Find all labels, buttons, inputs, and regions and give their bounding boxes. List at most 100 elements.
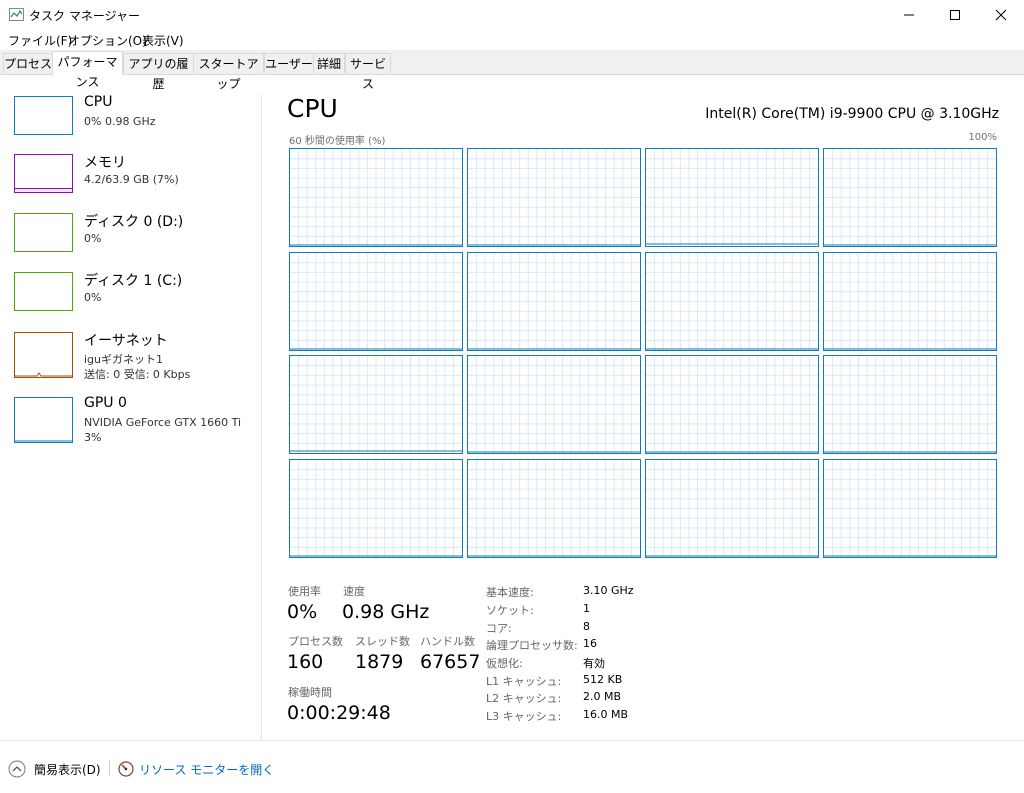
spec-value: 16 [583,637,597,650]
logical-processor-graph [467,458,641,558]
tab-bar: プロセス パフォーマンス アプリの履歴 スタートアップ ユーザー 詳細 サービス [0,50,1024,91]
resource-monitor-label: リソース モニターを開く [139,762,275,777]
handle-count-label: ハンドル数 [420,635,475,648]
minimize-icon [904,14,914,16]
usage-line-chart [290,356,462,453]
thread-count-label: スレッド数 [355,635,410,648]
resource-sidebar: CPU 0% 0.98 GHz メモリ 4.2/63.9 GB (7%) ディス… [0,75,260,740]
sidebar-item-detail: 0% 0.98 GHz [84,115,156,128]
logical-processor-graph [289,251,463,351]
logical-processor-graph [645,355,819,454]
sidebar-item-cpu[interactable]: CPU 0% 0.98 GHz [0,94,255,152]
title-bar: タスク マネージャー [0,0,1024,30]
uptime-label: 稼働時間 [288,686,332,699]
sidebar-item-ethernet[interactable]: イーサネット iguギガネット1 送信: 0 受信: 0 Kbps [0,332,255,388]
graph-axis-label: 60 秒間の使用率 (%) [289,136,386,147]
sidebar-item-detail: 3% [84,431,102,444]
logical-processor-graph [823,148,997,247]
close-icon [995,9,1007,21]
sidebar-item-gpu[interactable]: GPU 0 NVIDIA GeForce GTX 1660 Ti 3% [0,395,255,453]
footer: 簡易表示(D) リソース モニターを開く [0,741,1024,793]
usage-line-chart [468,252,640,350]
network-graph-icon [14,332,73,378]
tab-processes[interactable]: プロセス [3,53,53,73]
memory-graph-icon [14,154,73,193]
spec-label: コア: [486,622,512,635]
menu-bar: ファイル(F) オプション(O) 表示(V) [0,30,1024,50]
fewer-details-button[interactable]: 簡易表示(D) [8,759,101,779]
sidebar-item-detail: 4.2/63.9 GB (7%) [84,173,179,186]
fewer-details-label: 簡易表示(D) [34,762,101,777]
sidebar-item-label: イーサネット [84,333,168,349]
thread-count-value: 1879 [355,651,404,673]
resource-monitor-link[interactable]: リソース モニターを開く [118,759,274,779]
window-title: タスク マネージャー [29,9,140,23]
spec-value: 2.0 MB [583,690,622,703]
minimize-button[interactable] [886,0,932,30]
menu-options[interactable]: オプション(O) [68,32,147,49]
speed-value: 0.98 GHz [342,601,430,623]
spec-value: 3.10 GHz [583,584,634,597]
spec-value: 有効 [583,657,605,670]
usage-line-chart [646,356,818,453]
usage-label: 使用率 [288,585,321,598]
close-button[interactable] [978,0,1024,30]
sidebar-item-label: CPU [84,94,113,110]
sidebar-item-label: GPU 0 [84,395,127,411]
usage-line-chart [824,459,996,557]
uptime-value: 0:00:29:48 [287,702,391,724]
sidebar-item-label: ディスク 0 (D:) [84,214,184,230]
sidebar-item-detail: 0% [84,291,102,304]
tab-app-history[interactable]: アプリの履歴 [123,53,194,91]
tab-details[interactable]: 詳細 [313,53,345,73]
sidebar-item-memory[interactable]: メモリ 4.2/63.9 GB (7%) [0,154,255,210]
maximize-icon [950,10,960,20]
sidebar-item-disk-1[interactable]: ディスク 1 (C:) 0% [0,272,255,328]
spec-label: 仮想化: [486,657,523,670]
spec-value: 16.0 MB [583,708,629,721]
logical-processor-graphs [289,148,998,558]
process-count-value: 160 [287,651,324,673]
sidebar-item-label: メモリ [84,155,126,171]
task-manager-icon [9,8,24,21]
usage-line-chart [290,459,462,557]
gpu-graph-icon [14,397,73,443]
logical-processor-graph [645,148,819,247]
sidebar-item-detail: iguギガネット1 [84,353,164,366]
logical-processor-graph [645,251,819,351]
disk-graph-icon [14,213,73,252]
logical-processor-graph [823,458,997,558]
tab-services[interactable]: サービス [345,53,391,91]
usage-line-chart [290,149,462,246]
spec-label: L3 キャッシュ: [486,710,562,723]
page-title: CPU [287,94,338,123]
usage-line-chart [646,149,818,246]
spec-label: 基本速度: [486,586,534,599]
chevron-up-icon [8,760,26,778]
handle-count-value: 67657 [420,651,481,673]
usage-line-chart [824,149,996,246]
maximize-button[interactable] [932,0,978,30]
tab-performance[interactable]: パフォーマンス [52,51,123,89]
logical-processor-graph [289,458,463,558]
usage-value: 0% [287,601,318,623]
menu-view[interactable]: 表示(V) [142,32,184,49]
usage-line-chart [824,252,996,350]
footer-separator [109,760,110,776]
cpu-model: Intel(R) Core(TM) i9-9900 CPU @ 3.10GHz [705,106,999,122]
process-count-label: プロセス数 [288,635,343,648]
menu-file[interactable]: ファイル(F) [8,32,72,49]
usage-line-chart [468,459,640,557]
logical-processor-graph [467,251,641,351]
usage-line-chart [468,149,640,246]
usage-line-chart [290,252,462,350]
cpu-graph-icon [14,96,73,135]
usage-line-chart [646,459,818,557]
spec-label: L2 キャッシュ: [486,692,562,705]
sidebar-item-detail: 0% [84,232,102,245]
spec-label: 論理プロセッサ数: [486,639,578,652]
spec-label: ソケット: [486,604,534,617]
sidebar-item-disk-0[interactable]: ディスク 0 (D:) 0% [0,213,255,269]
tab-startup[interactable]: スタートアップ [193,53,264,91]
tab-users[interactable]: ユーザー [264,53,314,73]
